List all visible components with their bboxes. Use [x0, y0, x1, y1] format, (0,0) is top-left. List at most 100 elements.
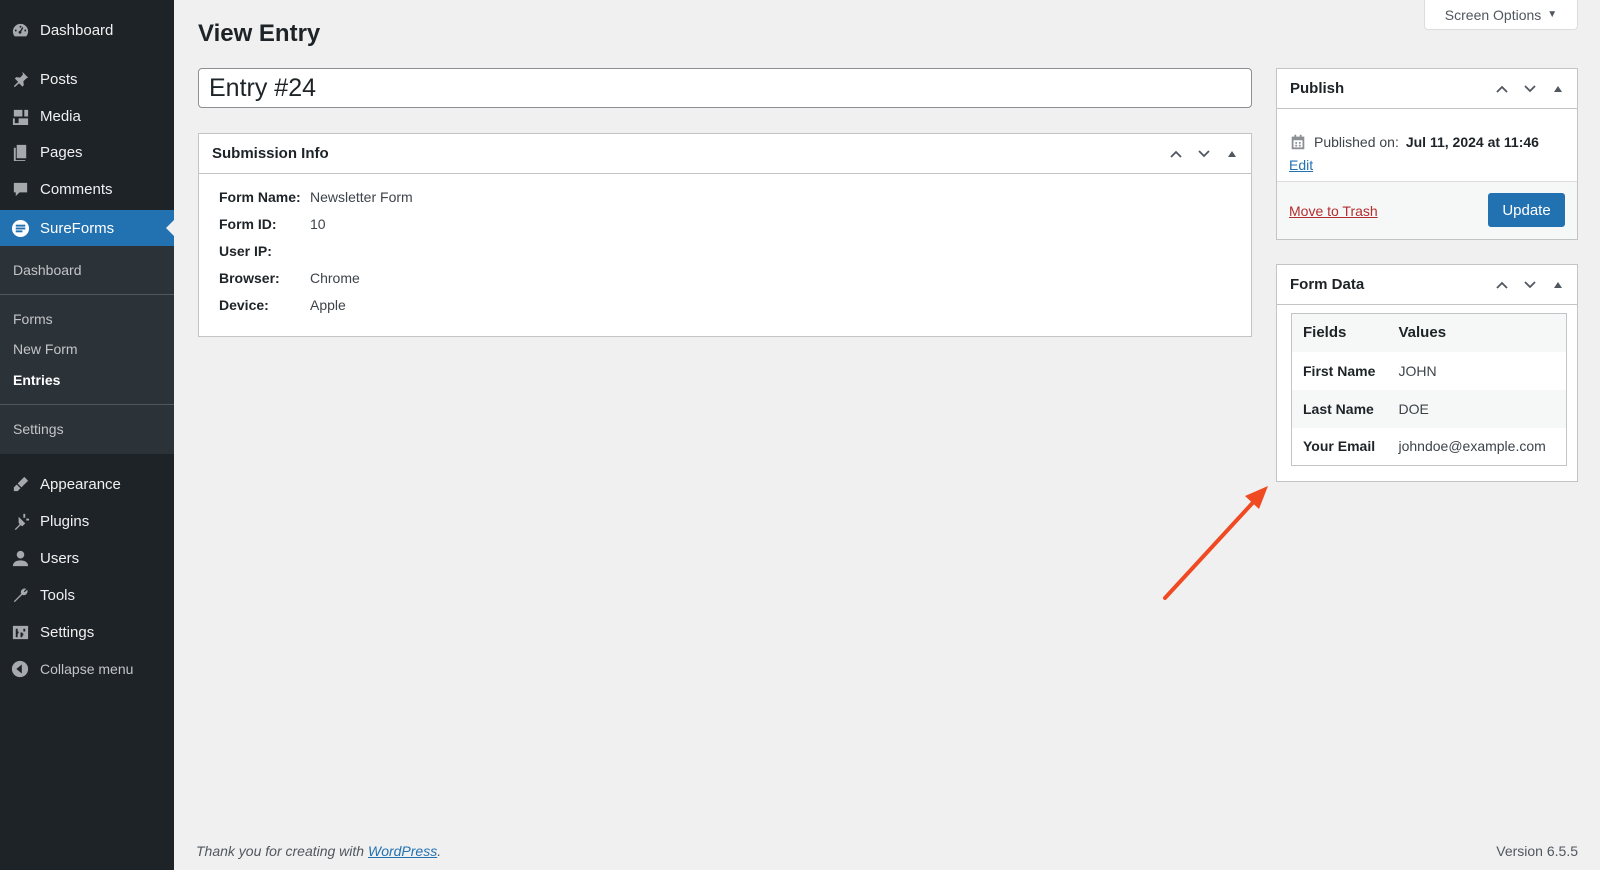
menu-label: Plugins [40, 513, 90, 530]
submenu-divider [0, 294, 174, 295]
menu-label: Comments [40, 181, 113, 198]
menu-dashboard[interactable]: Dashboard [0, 12, 174, 49]
move-up-icon[interactable] [1165, 143, 1187, 165]
form-data-box: Form Data Fields Values First Name JOHN … [1276, 264, 1578, 482]
info-row-form-id: Form ID: 10 [219, 216, 326, 232]
submenu-entries[interactable]: Entries [13, 372, 60, 388]
postbox-handles [1491, 69, 1569, 109]
menu-tools[interactable]: Tools [0, 577, 174, 614]
toggle-panel-icon[interactable] [1547, 78, 1569, 100]
move-down-icon[interactable] [1193, 143, 1215, 165]
menu-label: Pages [40, 144, 83, 161]
table-header-row: Fields Values [1291, 313, 1567, 352]
menu-label: Posts [40, 71, 78, 88]
postbox-header: Publish [1277, 69, 1577, 109]
plug-icon [10, 512, 30, 532]
postbox-title: Form Data [1290, 276, 1365, 293]
submenu-forms[interactable]: Forms [13, 311, 53, 327]
menu-comments[interactable]: Comments [0, 171, 174, 208]
settings-icon [10, 623, 30, 643]
info-row-form-name: Form Name: Newsletter Form [219, 189, 413, 205]
published-date: Jul 11, 2024 at 11:46 [1405, 134, 1539, 150]
info-value: Newsletter Form [310, 189, 413, 205]
toggle-panel-icon[interactable] [1547, 274, 1569, 296]
table-row: Your Email johndoe@example.com [1292, 428, 1567, 466]
postbox-title: Publish [1290, 80, 1345, 97]
submenu-divider [0, 404, 174, 405]
table-row: First Name JOHN [1292, 352, 1567, 390]
field-name: First Name [1303, 362, 1376, 379]
comment-icon [10, 180, 30, 200]
move-down-icon[interactable] [1519, 78, 1541, 100]
user-icon [10, 549, 30, 569]
menu-label: Appearance [40, 476, 121, 493]
info-row-user-ip: User IP: [219, 243, 310, 259]
footer-thanks: Thank you for creating with WordPress. [196, 843, 441, 859]
submenu-dashboard[interactable]: Dashboard [13, 262, 82, 278]
dashboard-icon [10, 21, 30, 41]
submenu-settings[interactable]: Settings [13, 421, 64, 437]
publish-actions: Move to Trash Update [1277, 181, 1577, 239]
page-title: View Entry [198, 20, 321, 47]
menu-label: SureForms [40, 220, 115, 237]
entry-title-input[interactable] [198, 68, 1252, 108]
screen-options-label: Screen Options [1444, 6, 1542, 23]
column-header: Fields [1303, 324, 1347, 342]
info-label: Form Name: [219, 189, 301, 205]
info-value: Apple [310, 297, 346, 313]
move-up-icon[interactable] [1491, 78, 1513, 100]
publish-box: Publish Published on: Jul 11, 2024 at 11… [1276, 68, 1578, 240]
menu-label: Dashboard [40, 22, 114, 39]
footer-thanks-text: Thank you for creating with [196, 843, 368, 859]
published-label: Published on: [1314, 134, 1399, 150]
submission-info-box: Submission Info Form Name: Newsletter Fo… [198, 133, 1252, 337]
menu-users[interactable]: Users [0, 540, 174, 577]
postbox-header: Submission Info [199, 134, 1251, 174]
table-row: Last Name DOE [1291, 389, 1567, 428]
annotation-arrow [1163, 486, 1268, 600]
postbox-header: Form Data [1277, 265, 1577, 305]
published-on: Published on: Jul 11, 2024 at 11:46 [1289, 133, 1539, 151]
wrench-icon [10, 586, 30, 606]
collapse-menu-button[interactable]: Collapse menu [0, 654, 174, 684]
menu-plugins[interactable]: Plugins [0, 503, 174, 540]
brush-icon [10, 475, 30, 495]
update-button[interactable]: Update [1488, 193, 1565, 227]
footer-version: Version 6.5.5 [1496, 843, 1578, 859]
menu-settings[interactable]: Settings [0, 614, 174, 651]
edit-date-link[interactable]: Edit [1289, 157, 1313, 173]
media-icon [10, 107, 30, 127]
calendar-icon [1291, 134, 1305, 150]
admin-sidebar: Dashboard Posts Media Pages Comments Sur… [0, 0, 174, 870]
info-label: User IP: [219, 243, 272, 259]
move-up-icon[interactable] [1491, 274, 1513, 296]
wordpress-link[interactable]: WordPress [368, 843, 437, 859]
move-down-icon[interactable] [1519, 274, 1541, 296]
submenu-new-form[interactable]: New Form [13, 341, 78, 357]
menu-appearance[interactable]: Appearance [0, 466, 174, 503]
info-label: Form ID: [219, 216, 277, 232]
info-row-browser: Browser: Chrome [219, 270, 360, 286]
form-data-table: Fields Values First Name JOHN Last Name … [1291, 313, 1567, 466]
field-value: DOE [1398, 400, 1429, 417]
menu-label: Settings [40, 624, 95, 641]
sureforms-icon [10, 219, 30, 239]
menu-sureforms[interactable]: SureForms [0, 210, 174, 247]
column-header: Values [1398, 324, 1447, 342]
menu-posts[interactable]: Posts [0, 61, 174, 98]
move-to-trash-link[interactable]: Move to Trash [1289, 203, 1378, 219]
collapse-icon [10, 659, 30, 679]
caret-down-icon: ▼ [1547, 9, 1558, 20]
field-value: JOHN [1398, 362, 1437, 379]
menu-pages[interactable]: Pages [0, 134, 174, 171]
menu-label: Tools [40, 587, 76, 604]
sureforms-submenu: Dashboard Forms New Form Entries Setting… [0, 246, 174, 454]
footer-period: . [437, 843, 442, 859]
info-value: 10 [310, 216, 326, 232]
info-label: Device: [219, 297, 269, 313]
toggle-panel-icon[interactable] [1221, 143, 1243, 165]
menu-label: Users [40, 550, 80, 567]
screen-options-button[interactable]: Screen Options ▼ [1424, 0, 1578, 30]
menu-media[interactable]: Media [0, 98, 174, 135]
pages-icon [10, 143, 30, 163]
